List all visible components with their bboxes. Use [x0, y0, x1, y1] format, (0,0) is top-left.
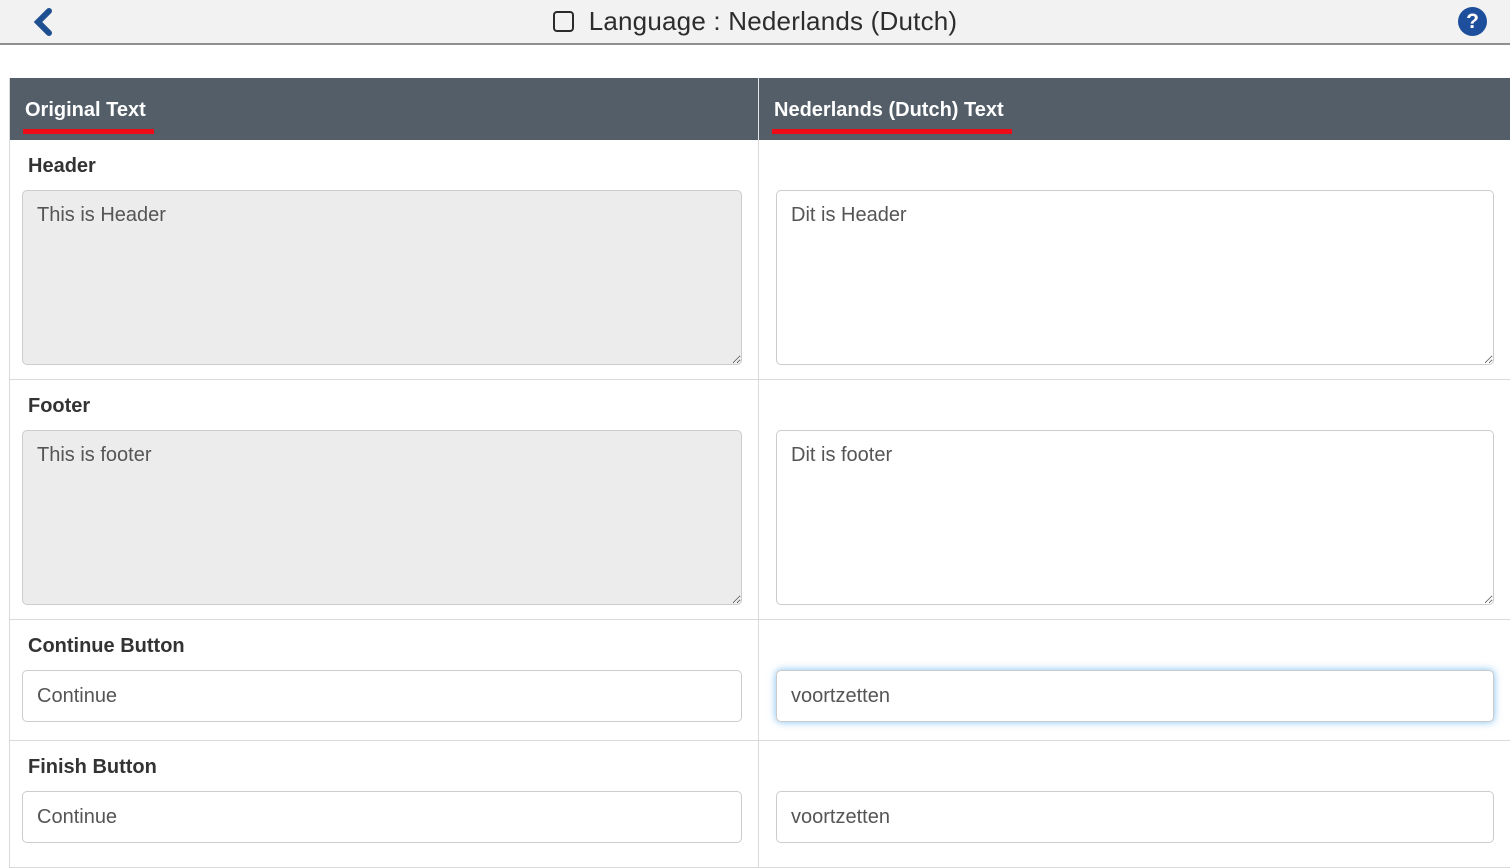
back-button[interactable]	[26, 6, 60, 40]
original-header-textarea: This is Header	[22, 190, 742, 365]
original-footer-textarea: This is footer	[22, 430, 742, 605]
original-cell: Header This is Header	[10, 140, 758, 379]
top-bar: Language : Nederlands (Dutch) ?	[0, 0, 1510, 45]
translation-cell: Dit is Header	[758, 140, 1510, 379]
column-header-original-label: Original Text	[23, 99, 154, 134]
translation-cell	[758, 741, 1510, 867]
translation-cell	[758, 620, 1510, 740]
field-label: Header	[22, 152, 742, 180]
translation-finish-input[interactable]	[776, 791, 1494, 843]
label-spacer	[776, 152, 1494, 180]
original-cell: Finish Button	[10, 741, 758, 867]
translation-cell: Dit is footer	[758, 380, 1510, 619]
column-header-translation: Nederlands (Dutch) Text	[758, 78, 1510, 140]
field-label: Continue Button	[22, 632, 742, 660]
field-label: Finish Button	[22, 753, 742, 781]
translation-table: Original Text Nederlands (Dutch) Text He…	[9, 78, 1510, 868]
row-continue-button: Continue Button	[10, 620, 1510, 741]
table-header-row: Original Text Nederlands (Dutch) Text	[10, 78, 1510, 140]
row-header: Header This is Header Dit is Header	[10, 140, 1510, 380]
page-title: Language : Nederlands (Dutch)	[589, 6, 958, 37]
original-cell: Footer This is footer	[10, 380, 758, 619]
row-footer: Footer This is footer Dit is footer	[10, 380, 1510, 620]
translation-continue-input[interactable]	[776, 670, 1494, 722]
label-spacer	[776, 392, 1494, 420]
field-label: Footer	[22, 392, 742, 420]
page-title-group: Language : Nederlands (Dutch)	[553, 6, 958, 37]
original-cell: Continue Button	[10, 620, 758, 740]
language-checkbox[interactable]	[553, 11, 574, 32]
row-finish-button: Finish Button	[10, 741, 1510, 868]
label-spacer	[776, 632, 1494, 660]
translation-footer-textarea[interactable]: Dit is footer	[776, 430, 1494, 605]
help-icon[interactable]: ?	[1458, 7, 1487, 36]
chevron-left-icon	[32, 7, 54, 40]
column-header-translation-label: Nederlands (Dutch) Text	[772, 99, 1012, 134]
label-spacer	[776, 753, 1494, 781]
original-continue-input	[22, 670, 742, 722]
translation-header-textarea[interactable]: Dit is Header	[776, 190, 1494, 365]
original-finish-input	[22, 791, 742, 843]
column-header-original: Original Text	[10, 78, 758, 140]
